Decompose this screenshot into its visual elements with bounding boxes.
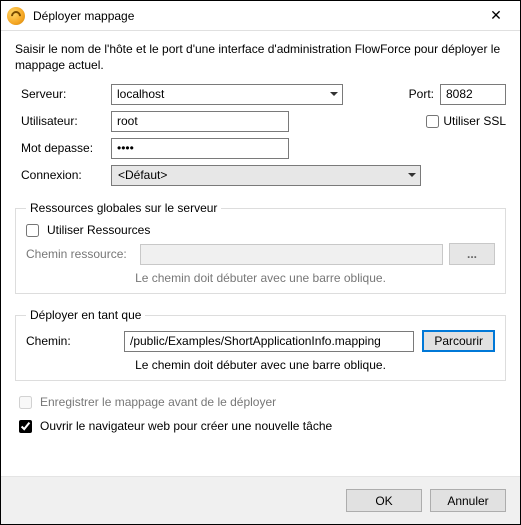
port-input[interactable] xyxy=(440,84,506,105)
close-icon: ✕ xyxy=(490,7,502,24)
password-input[interactable] xyxy=(111,138,289,159)
use-resources-checkbox[interactable] xyxy=(26,224,39,237)
app-icon xyxy=(7,7,25,25)
resource-path-input xyxy=(140,244,443,265)
dialog-content: Saisir le nom de l'hôte et le port d'une… xyxy=(1,31,520,476)
label-password: Mot depasse: xyxy=(15,141,111,155)
ellipsis-icon: ... xyxy=(467,247,477,261)
fieldset-resources: Ressources globales sur le serveur Utili… xyxy=(15,201,506,294)
titlebar: Déployer mappage ✕ xyxy=(1,1,520,31)
user-input[interactable] xyxy=(111,111,289,132)
close-button[interactable]: ✕ xyxy=(476,2,516,30)
row-password: Mot depasse: xyxy=(15,137,506,159)
chevron-down-icon xyxy=(408,173,416,177)
save-before-checkbox xyxy=(19,396,32,409)
label-ssl: Utiliser SSL xyxy=(443,114,506,128)
ssl-checkbox[interactable] xyxy=(426,115,439,128)
window-title: Déployer mappage xyxy=(33,9,476,23)
open-browser-wrap[interactable]: Ouvrir le navigateur web pour créer une … xyxy=(19,419,506,433)
legend-deploy: Déployer en tant que xyxy=(26,308,145,322)
legend-resources: Ressources globales sur le serveur xyxy=(26,201,221,215)
dialog-footer: OK Annuler xyxy=(1,476,520,524)
server-combo[interactable] xyxy=(111,84,343,105)
open-browser-checkbox[interactable] xyxy=(19,420,32,433)
connection-value: <Défaut> xyxy=(118,168,167,182)
fieldset-deploy: Déployer en tant que Chemin: Parcourir L… xyxy=(15,308,506,381)
resource-path-row: Chemin ressource: ... xyxy=(26,243,495,265)
row-user: Utilisateur: Utiliser SSL xyxy=(15,110,506,132)
use-resources-label: Utiliser Ressources xyxy=(47,223,150,237)
save-before-wrap: Enregistrer le mappage avant de le déplo… xyxy=(19,395,506,409)
ok-button[interactable]: OK xyxy=(346,489,422,512)
cancel-button[interactable]: Annuler xyxy=(430,489,506,512)
deploy-hint: Le chemin doit débuter avec une barre ob… xyxy=(26,358,495,372)
browse-button[interactable]: Parcourir xyxy=(422,330,495,352)
connection-combo[interactable]: <Défaut> xyxy=(111,165,421,186)
ssl-checkbox-wrap[interactable]: Utiliser SSL xyxy=(426,114,506,128)
label-user: Utilisateur: xyxy=(15,114,111,128)
label-connection: Connexion: xyxy=(15,168,111,182)
row-connection: Connexion: <Défaut> xyxy=(15,164,506,186)
label-server: Serveur: xyxy=(15,87,111,101)
bottom-checks: Enregistrer le mappage avant de le déplo… xyxy=(15,395,506,443)
resource-browse-button: ... xyxy=(449,243,495,265)
resource-hint: Le chemin doit débuter avec une barre ob… xyxy=(26,271,495,285)
deploy-path-input[interactable] xyxy=(124,331,414,352)
label-port: Port: xyxy=(409,87,434,101)
deploy-path-row: Chemin: Parcourir xyxy=(26,330,495,352)
server-input[interactable] xyxy=(111,84,343,105)
deploy-path-label: Chemin: xyxy=(26,334,116,348)
intro-text: Saisir le nom de l'hôte et le port d'une… xyxy=(15,41,506,73)
save-before-label: Enregistrer le mappage avant de le déplo… xyxy=(40,395,276,409)
use-resources-wrap[interactable]: Utiliser Ressources xyxy=(26,223,495,237)
open-browser-label: Ouvrir le navigateur web pour créer une … xyxy=(40,419,332,433)
resource-path-label: Chemin ressource: xyxy=(26,247,134,261)
row-server: Serveur: Port: xyxy=(15,83,506,105)
